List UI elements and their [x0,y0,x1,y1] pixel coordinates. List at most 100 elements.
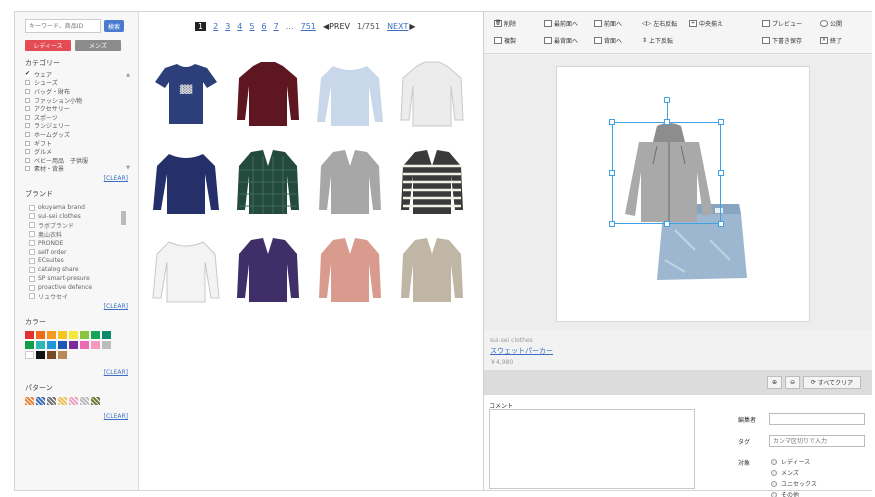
color-swatch[interactable] [47,340,56,349]
next-arrow-icon[interactable]: ▶ [409,22,415,31]
product-item-striped-cardigan[interactable] [391,146,473,234]
category-item[interactable]: グルメ [25,147,130,156]
finish-button[interactable]: × 終了 [820,36,842,45]
mono-pattern-icon[interactable] [47,396,56,405]
stripe-pattern-icon[interactable] [69,396,78,405]
category-clear-link[interactable]: [CLEAR] [25,175,130,182]
color-swatch[interactable] [91,340,100,349]
publish-button[interactable]: 公開 [820,19,842,28]
brand-item[interactable]: ラボブランド [25,221,130,230]
category-item[interactable]: スポーツ [25,113,130,122]
rotate-handle[interactable] [664,97,670,103]
gray-pattern-icon[interactable] [80,396,89,405]
scroll-down-icon[interactable]: ▼ [126,165,130,171]
radio-icon[interactable] [771,469,777,476]
checkbox-icon[interactable] [25,97,30,103]
radio-icon[interactable] [771,480,777,487]
center-button[interactable]: + 中央揃え [689,19,723,28]
radio-icon[interactable] [771,458,777,465]
color-swatch[interactable] [25,350,34,359]
resize-handle-bottom[interactable] [664,221,670,227]
resize-handle-right[interactable] [718,170,724,176]
coordinate-canvas[interactable] [556,66,810,322]
target-radio[interactable]: その他 [771,490,799,497]
target-radio[interactable]: レディース [771,457,810,466]
page-link[interactable]: 3 [225,22,230,31]
mens-button[interactable]: メンズ [75,40,121,51]
checkbox-icon[interactable] [25,157,30,163]
search-input[interactable] [25,19,101,33]
comment-textarea[interactable] [489,409,695,489]
checkbox-icon[interactable] [25,106,30,112]
bring-front-button[interactable]: 最前面へ [544,19,578,28]
resize-handle-top-left[interactable] [609,119,615,125]
editor-input[interactable] [769,413,865,425]
brand-item[interactable]: self order [25,248,130,257]
color-swatch[interactable] [36,330,45,339]
resize-handle-left[interactable] [609,170,615,176]
color-swatch[interactable] [25,330,34,339]
product-item-green-plaid-shirt[interactable] [227,146,309,234]
prev-button[interactable]: ◀PREV [323,22,350,31]
checkbox-icon[interactable] [25,131,30,137]
resize-handle-bottom-right[interactable] [718,221,724,227]
category-item[interactable]: シューズ [25,79,130,87]
product-item-beige-jacket[interactable] [391,234,473,322]
checkbox-icon[interactable] [25,114,30,120]
target-radio[interactable]: メンズ [771,468,799,477]
brand-item[interactable]: 奥山衣料 [25,230,130,239]
product-item-light-blue-longsleeve[interactable] [309,58,391,146]
product-item-gray-hoodie[interactable] [309,146,391,234]
brand-item[interactable]: sui-sei clothes [25,212,130,221]
product-item-pink-cardigan[interactable] [309,234,391,322]
resize-handle-top-right[interactable] [718,119,724,125]
checkbox-icon[interactable] [25,88,30,94]
copy-button[interactable]: 複製 [494,36,516,45]
save-draft-button[interactable]: 下書き保存 [762,36,802,45]
color-swatch[interactable] [25,340,34,349]
color-swatch[interactable] [80,340,89,349]
color-swatch[interactable] [102,340,111,349]
tag-input[interactable] [769,435,865,447]
category-item[interactable]: ファッション小物 [25,96,130,105]
brand-item[interactable]: catalog share [25,265,130,274]
checkbox-checked-icon[interactable]: ✔ [25,70,31,77]
product-item-white-shirt[interactable] [145,234,227,322]
send-backmost-button[interactable]: 最背面へ [544,36,578,45]
target-radio[interactable]: ユニセックス [771,479,817,488]
category-item[interactable]: ランジェリー [25,122,130,130]
color-swatch[interactable] [36,350,45,359]
flip-vertical-button[interactable]: ⇕ 上下反転 [642,36,673,45]
product-item-purple-cardigan[interactable] [227,234,309,322]
plaid-pattern-icon[interactable] [36,396,45,405]
backward-button[interactable]: 背面へ [594,36,622,45]
page-link[interactable]: 2 [213,22,218,31]
zoom-in-button[interactable]: ⊕ [767,376,782,389]
checkbox-icon[interactable] [25,140,30,146]
category-item[interactable]: ギフト [25,139,130,148]
brand-item[interactable]: ECsuites [25,256,130,265]
selection-box[interactable] [609,97,724,227]
product-item-white-turtleneck[interactable] [391,58,473,146]
color-swatch[interactable] [69,340,78,349]
category-item[interactable]: ホームグッズ [25,130,130,139]
search-button[interactable]: 検索 [104,20,124,32]
color-swatch[interactable] [58,330,67,339]
checkbox-icon[interactable] [25,166,30,172]
page-link-last[interactable]: 751 [301,22,316,31]
brand-item[interactable]: SP smart-presure [25,274,130,283]
color-swatch[interactable] [58,350,67,359]
floral-pattern-icon[interactable] [58,396,67,405]
color-swatch[interactable] [47,350,56,359]
category-item[interactable]: ベビー用品 子供服 [25,156,130,165]
forward-button[interactable]: 前面へ [594,19,622,28]
brand-item[interactable]: proactive defence [25,283,130,292]
resize-handle-bottom-left[interactable] [609,221,615,227]
brand-clear-link[interactable]: [CLEAR] [25,303,130,310]
camo-pattern-icon[interactable] [91,396,100,405]
page-link[interactable]: 5 [249,22,254,31]
flip-horizontal-button[interactable]: ◁▷ 左右反転 [642,19,677,28]
color-swatch[interactable] [58,340,67,349]
color-swatch[interactable] [91,330,100,339]
product-item-burgundy-sweater[interactable] [227,58,309,146]
